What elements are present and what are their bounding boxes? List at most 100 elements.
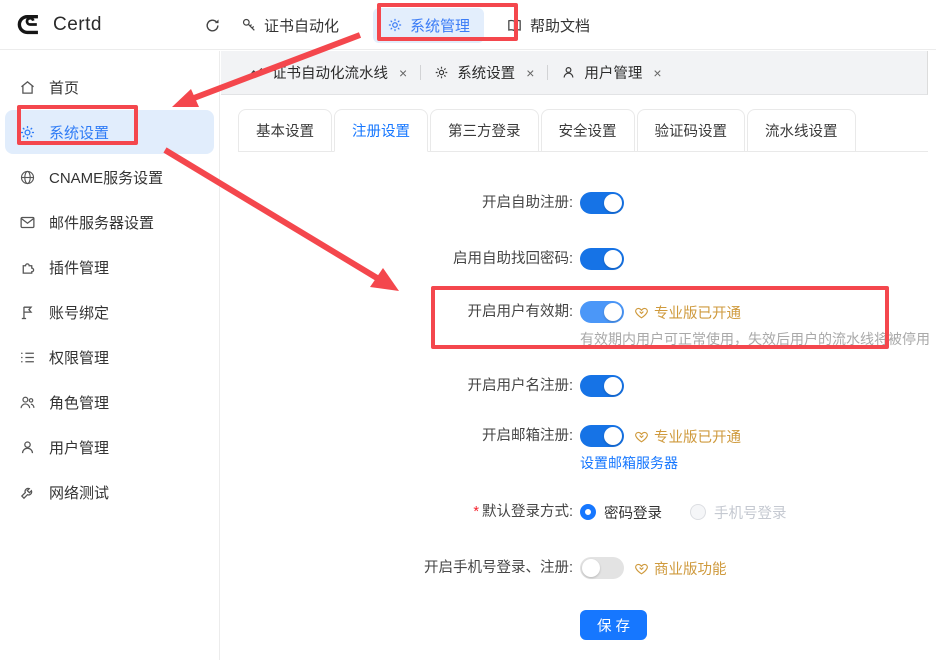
user-icon bbox=[19, 439, 36, 456]
sidebar-item-home[interactable]: 首页 bbox=[5, 65, 214, 109]
field-label: 开启自助注册: bbox=[221, 192, 573, 214]
certd-app: Certd 证书自动化 bbox=[0, 0, 936, 660]
form-row-username-register: 开启用户名注册: bbox=[221, 375, 936, 397]
form-row-self-register: 开启自助注册: bbox=[221, 192, 936, 214]
switch-knob bbox=[604, 250, 622, 268]
home-icon bbox=[19, 79, 36, 96]
radio-unchecked-icon bbox=[690, 504, 706, 520]
commercial-version-badge: 商业版功能 bbox=[634, 558, 727, 579]
sidebar-item-mail-server[interactable]: 邮件服务器设置 bbox=[5, 200, 214, 244]
list-icon bbox=[19, 349, 36, 366]
tab-captcha-settings[interactable]: 验证码设置 bbox=[637, 109, 746, 152]
app-header: Certd 证书自动化 bbox=[0, 0, 936, 50]
mail-icon bbox=[19, 214, 36, 231]
form-row-phone-login: 开启手机号登录、注册: 商业版功能 bbox=[221, 557, 936, 579]
sidebar-item-label: 邮件服务器设置 bbox=[49, 212, 154, 233]
field-label: 开启用户名注册: bbox=[221, 375, 573, 397]
field-label: *默认登录方式: bbox=[221, 501, 573, 523]
nav-cert-automation[interactable]: 证书自动化 bbox=[231, 15, 349, 36]
page-tab-label: 用户管理 bbox=[584, 62, 642, 83]
sidebar: 首页 系统设置 CNAME服务设置 bbox=[0, 51, 220, 660]
brand[interactable]: Certd bbox=[0, 11, 102, 38]
sidebar-item-roles[interactable]: 角色管理 bbox=[5, 380, 214, 424]
toggle-password-recovery[interactable] bbox=[580, 248, 624, 270]
content-area: 证书自动化流水线 × 系统设置 × bbox=[221, 51, 936, 660]
switch-knob bbox=[604, 427, 622, 445]
sidebar-item-label: CNAME服务设置 bbox=[49, 167, 163, 188]
sidebar-item-network-test[interactable]: 网络测试 bbox=[5, 470, 214, 514]
required-asterisk: * bbox=[473, 504, 479, 520]
nav-label: 系统管理 bbox=[410, 15, 470, 36]
form-row-password-recovery: 启用自助找回密码: bbox=[221, 248, 936, 270]
radio-password-login[interactable]: 密码登录 bbox=[580, 502, 662, 523]
sidebar-item-label: 账号绑定 bbox=[49, 302, 109, 323]
tab-register-settings[interactable]: 注册设置 bbox=[334, 109, 428, 152]
radio-phone-login[interactable]: 手机号登录 bbox=[690, 502, 787, 523]
close-icon[interactable]: × bbox=[399, 65, 407, 81]
sidebar-item-label: 用户管理 bbox=[49, 437, 109, 458]
sidebar-item-users[interactable]: 用户管理 bbox=[5, 425, 214, 469]
register-settings-form: 开启自助注册: 启用自助找回密码: 开启用户有效期: bbox=[221, 152, 936, 640]
key-icon bbox=[241, 17, 257, 33]
toggle-email-register[interactable] bbox=[580, 425, 624, 447]
radio-checked-icon bbox=[580, 504, 596, 520]
close-icon[interactable]: × bbox=[526, 65, 534, 81]
switch-knob bbox=[604, 194, 622, 212]
tab-third-party-login[interactable]: 第三方登录 bbox=[430, 109, 539, 152]
page-tab-label: 系统设置 bbox=[457, 62, 515, 83]
sidebar-item-label: 权限管理 bbox=[49, 347, 109, 368]
sidebar-item-label: 网络测试 bbox=[49, 482, 109, 503]
sidebar-item-label: 首页 bbox=[49, 77, 79, 98]
tab-security-settings[interactable]: 安全设置 bbox=[541, 109, 635, 152]
field-label: 开启邮箱注册: bbox=[221, 425, 573, 447]
nav-system-admin[interactable]: 系统管理 bbox=[373, 8, 484, 43]
tab-basic-settings[interactable]: 基本设置 bbox=[238, 109, 332, 152]
nav-help-docs[interactable]: 帮助文档 bbox=[496, 15, 600, 36]
pro-version-badge: 专业版已开通 bbox=[634, 426, 741, 447]
sidebar-item-label: 插件管理 bbox=[49, 257, 109, 278]
gear-icon bbox=[19, 124, 36, 141]
close-icon[interactable]: × bbox=[653, 65, 661, 81]
user-icon bbox=[561, 65, 576, 80]
setup-mail-server-link[interactable]: 设置邮箱服务器 bbox=[580, 453, 678, 473]
sidebar-item-cname-settings[interactable]: CNAME服务设置 bbox=[5, 155, 214, 199]
vip-heart-icon bbox=[634, 305, 649, 320]
sidebar-item-account-binding[interactable]: 账号绑定 bbox=[5, 290, 214, 334]
save-row: 保 存 bbox=[580, 610, 936, 640]
toggle-phone-login[interactable] bbox=[580, 557, 624, 579]
tab-pipeline-settings[interactable]: 流水线设置 bbox=[747, 109, 856, 152]
sidebar-item-permissions[interactable]: 权限管理 bbox=[5, 335, 214, 379]
toggle-user-expiry[interactable] bbox=[580, 301, 624, 323]
toggle-self-register[interactable] bbox=[580, 192, 624, 214]
switch-knob bbox=[604, 303, 622, 321]
header-nav: 证书自动化 系统管理 帮助文档 bbox=[194, 0, 600, 50]
field-label: 开启用户有效期: bbox=[221, 301, 573, 323]
form-row-default-login: *默认登录方式: 密码登录 手机号登录 bbox=[221, 501, 936, 523]
badge-label: 商业版功能 bbox=[654, 558, 727, 579]
page-tab-pipeline[interactable]: 证书自动化流水线 × bbox=[235, 62, 420, 83]
gear-icon bbox=[434, 65, 449, 80]
gear-icon bbox=[387, 17, 403, 33]
sidebar-item-system-settings[interactable]: 系统设置 bbox=[5, 110, 214, 154]
switch-knob bbox=[604, 377, 622, 395]
radio-label: 手机号登录 bbox=[714, 502, 787, 523]
page-tab-users[interactable]: 用户管理 × bbox=[548, 62, 674, 83]
switch-knob bbox=[582, 559, 600, 577]
page-tab-bar: 证书自动化流水线 × 系统设置 × bbox=[221, 51, 928, 95]
page-tab-system-settings[interactable]: 系统设置 × bbox=[421, 62, 547, 83]
sidebar-item-plugins[interactable]: 插件管理 bbox=[5, 245, 214, 289]
book-icon bbox=[506, 17, 523, 34]
page-tab-label: 证书自动化流水线 bbox=[272, 62, 388, 83]
form-row-user-expiry: 开启用户有效期: 专业版已开通 bbox=[221, 301, 936, 349]
pro-version-badge: 专业版已开通 bbox=[634, 302, 741, 323]
field-label: 启用自助找回密码: bbox=[221, 248, 573, 270]
vip-heart-icon bbox=[634, 429, 649, 444]
toggle-username-register[interactable] bbox=[580, 375, 624, 397]
vip-heart-icon bbox=[634, 561, 649, 576]
globe-icon bbox=[19, 169, 36, 186]
refresh-icon bbox=[204, 17, 221, 34]
refresh-button[interactable] bbox=[194, 17, 231, 34]
team-icon bbox=[19, 394, 36, 411]
save-button[interactable]: 保 存 bbox=[580, 610, 647, 640]
sidebar-item-label: 角色管理 bbox=[49, 392, 109, 413]
